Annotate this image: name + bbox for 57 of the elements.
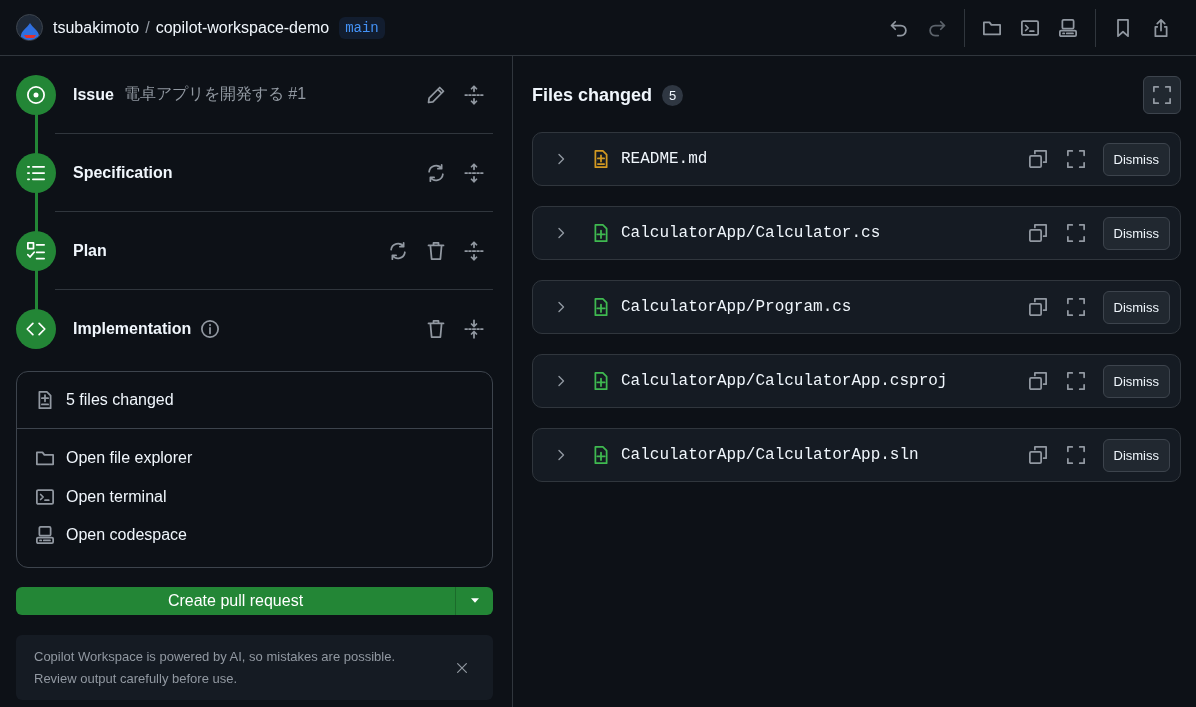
issue-summary[interactable]: 電卓アプリを開発する #1 [123,84,307,105]
expand-arrows-icon [464,240,484,261]
fullscreen-icon [1065,371,1086,391]
monitor-icon [35,525,55,546]
notice-text: Copilot Workspace is powered by AI, so mistakes are possible. Review output carefully before use. [34,648,397,688]
copy-icon [1027,445,1048,465]
dismiss-button[interactable]: Dismiss [1102,438,1170,472]
fullscreen-icon [1065,297,1086,317]
copy-icon [1027,149,1048,169]
file-path[interactable]: CalculatorApp/CalculatorApp.sln [621,446,919,464]
copy-icon [1027,371,1048,391]
dismiss-button[interactable]: Dismiss [1102,290,1170,324]
step-heading[interactable]: Issue [73,85,114,104]
sync-icon [426,162,446,183]
copy-icon [1027,297,1048,317]
repo-owner[interactable]: tsubakimoto [53,18,140,37]
dismiss-button[interactable]: Dismiss [1102,216,1170,250]
step-heading[interactable]: Specification [73,163,173,182]
expand-arrows-icon [464,84,484,105]
caret-icon [470,598,479,604]
count-badge: 5 [662,84,684,106]
file-path[interactable]: README.md [621,150,708,168]
trash-icon [426,240,446,261]
sync-icon [388,240,408,261]
terminal-icon [1020,17,1040,38]
action-menu-item[interactable]: Open terminal [17,477,492,516]
list-icon [26,163,46,183]
fullscreen-icon [1065,149,1086,169]
panel-title: Files changed [532,84,653,106]
trash-icon [426,319,446,339]
close-icon [455,661,469,675]
file-path[interactable]: CalculatorApp/CalculatorApp.csproj [621,372,948,390]
action-menu-item[interactable]: Open file explorer [17,439,492,478]
avatar [16,14,43,41]
collapse-arrows-icon [464,319,484,339]
copy-icon [1027,223,1048,243]
step-heading[interactable]: Implementation [73,320,192,338]
fullscreen-button[interactable] [1143,76,1181,114]
repo-name[interactable]: copilot-workspace-demo [155,18,330,37]
fullscreen-icon [1065,445,1086,465]
issue-icon [26,85,46,105]
files-changed-summary[interactable]: 5 files changed [66,391,174,409]
file-path[interactable]: CalculatorApp/Program.cs [621,298,852,316]
task-list-icon [26,241,46,261]
monitor-icon [1058,17,1078,38]
pencil-icon [426,84,446,105]
path-separator: / [145,18,150,37]
fullscreen-icon [1065,223,1086,243]
action-menu-item[interactable]: Open codespace [17,516,492,555]
terminal-icon [35,486,55,507]
step-heading[interactable]: Plan [73,241,107,260]
dismiss-button[interactable]: Dismiss [1102,142,1170,176]
dismiss-button[interactable]: Dismiss [1102,364,1170,398]
expand-arrows-icon [464,162,484,183]
file-path[interactable]: CalculatorApp/Calculator.cs [621,224,881,242]
branch-label[interactable]: main [339,16,385,39]
fullscreen-icon [1152,85,1172,105]
